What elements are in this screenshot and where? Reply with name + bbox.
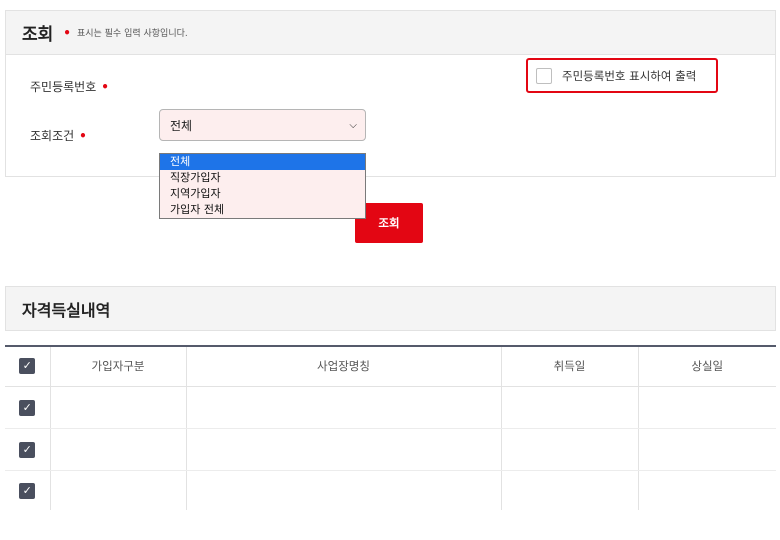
check-icon[interactable]: ✓: [19, 358, 36, 375]
history-table: ✓ 가입자구분 사업장명칭 취득일 상실일 ✓ ✓ ✓: [5, 345, 776, 510]
condition-label: 조회조건: [30, 129, 75, 143]
panel-title: 조회: [22, 25, 54, 45]
select-all-cell[interactable]: ✓: [5, 345, 51, 387]
required-dot: •: [79, 129, 87, 143]
column-header-acquired-date: 취득일: [501, 345, 639, 387]
check-icon[interactable]: ✓: [19, 400, 36, 416]
table-cell: [186, 386, 502, 429]
table-row: ✓: [5, 470, 776, 510]
row-check-cell[interactable]: ✓: [5, 428, 51, 471]
row-check-cell[interactable]: ✓: [5, 470, 51, 510]
table-cell: [50, 428, 187, 471]
condition-selected-value: 전체: [170, 118, 193, 133]
table-row: ✓: [5, 386, 776, 429]
column-header-member-type: 가입자구분: [50, 345, 187, 387]
table-cell: [186, 470, 502, 510]
rrn-label-row: 주민등록번호 •: [30, 78, 109, 95]
table-cell: [638, 386, 776, 429]
required-dot: •: [101, 80, 109, 94]
required-note: 표시는 필수 입력 사항입니다.: [76, 29, 188, 39]
history-section-header: 자격득실내역: [5, 286, 776, 331]
check-icon[interactable]: ✓: [19, 483, 36, 500]
condition-select[interactable]: 전체 ⌵: [159, 109, 366, 141]
search-panel-header: 조회 • 표시는 필수 입력 사항입니다.: [6, 11, 775, 55]
condition-label-row: 조회조건 •: [30, 127, 87, 144]
search-panel: 조회 • 표시는 필수 입력 사항입니다.: [5, 10, 776, 177]
show-rrn-option[interactable]: 주민등록번호 표시하여 출력: [526, 58, 718, 93]
table-cell: [501, 386, 639, 429]
table-cell: [638, 428, 776, 471]
column-header-workplace: 사업장명칭: [186, 345, 502, 387]
chevron-down-icon: ⌵: [349, 119, 357, 131]
table-row: ✓: [5, 428, 776, 471]
dropdown-option-regional[interactable]: 지역가입자: [160, 186, 365, 202]
dropdown-option-workplace[interactable]: 직장가입자: [160, 170, 365, 186]
table-cell: [638, 470, 776, 510]
table-cell: [186, 428, 502, 471]
table-cell: [50, 386, 187, 429]
show-rrn-checkbox[interactable]: [536, 67, 552, 84]
rrn-label: 주민등록번호: [30, 80, 97, 94]
table-header-row: ✓ 가입자구분 사업장명칭 취득일 상실일: [5, 345, 776, 387]
table-cell: [501, 428, 639, 471]
check-icon[interactable]: ✓: [19, 442, 36, 458]
table-cell: [50, 470, 187, 510]
required-dot: •: [63, 25, 71, 40]
dropdown-option-all-members[interactable]: 가입자 전체: [160, 202, 365, 218]
show-rrn-label: 주민등록번호 표시하여 출력: [562, 68, 697, 83]
column-header-lost-date: 상실일: [638, 345, 776, 387]
section-title: 자격득실내역: [22, 300, 111, 320]
table-cell: [501, 470, 639, 510]
dropdown-option-all[interactable]: 전체: [160, 154, 365, 170]
row-check-cell[interactable]: ✓: [5, 386, 51, 429]
condition-dropdown: 전체 직장가입자 지역가입자 가입자 전체: [159, 153, 366, 219]
